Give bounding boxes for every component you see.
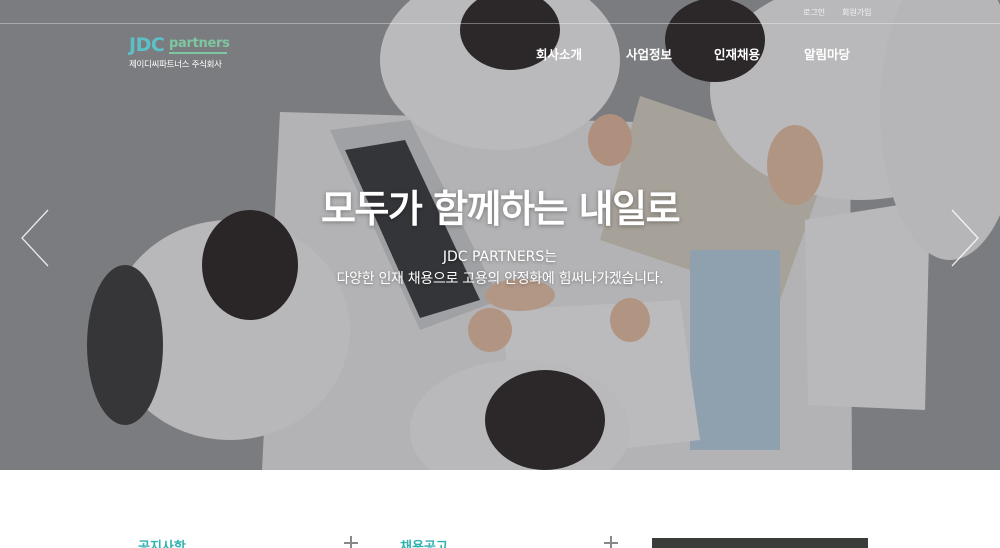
main-nav: 회사소개 사업정보 인재채용 알림마당	[0, 44, 1000, 64]
join-link[interactable]: 회원가입	[842, 7, 871, 18]
plus-icon[interactable]	[604, 536, 618, 548]
nav-item-company[interactable]: 회사소개	[536, 44, 582, 63]
nav-item-recruit[interactable]: 인재채용	[714, 44, 760, 63]
login-link[interactable]: 로그인	[803, 7, 825, 18]
hero-subtitle-line1: JDC PARTNERS는	[442, 249, 558, 265]
hero-headline: 모두가 함께하는 내일로	[320, 187, 681, 231]
hero-banner: 로그인 회원가입 JDC partners 제이디씨파트너스 주식회사 회사소개…	[0, 0, 1000, 470]
utility-bar: 로그인 회원가입	[0, 0, 1000, 24]
board-section: 공지사항 채용공고	[0, 470, 1000, 548]
nav-item-notice[interactable]: 알림마당	[804, 44, 850, 63]
plus-icon[interactable]	[344, 536, 358, 548]
chevron-right-icon[interactable]	[950, 208, 980, 268]
nav-item-business[interactable]: 사업정보	[626, 44, 672, 63]
hero-subtitle-line2: 다양한 인재 채용으로 고용의 안정화에 힘써나가겠습니다.	[336, 271, 664, 287]
banner-thumbnail[interactable]	[652, 538, 868, 548]
recruit-title[interactable]: 채용공고	[400, 536, 448, 548]
page: 로그인 회원가입 JDC partners 제이디씨파트너스 주식회사 회사소개…	[0, 0, 1000, 548]
notice-title[interactable]: 공지사항	[138, 536, 186, 548]
chevron-left-icon[interactable]	[20, 208, 50, 268]
